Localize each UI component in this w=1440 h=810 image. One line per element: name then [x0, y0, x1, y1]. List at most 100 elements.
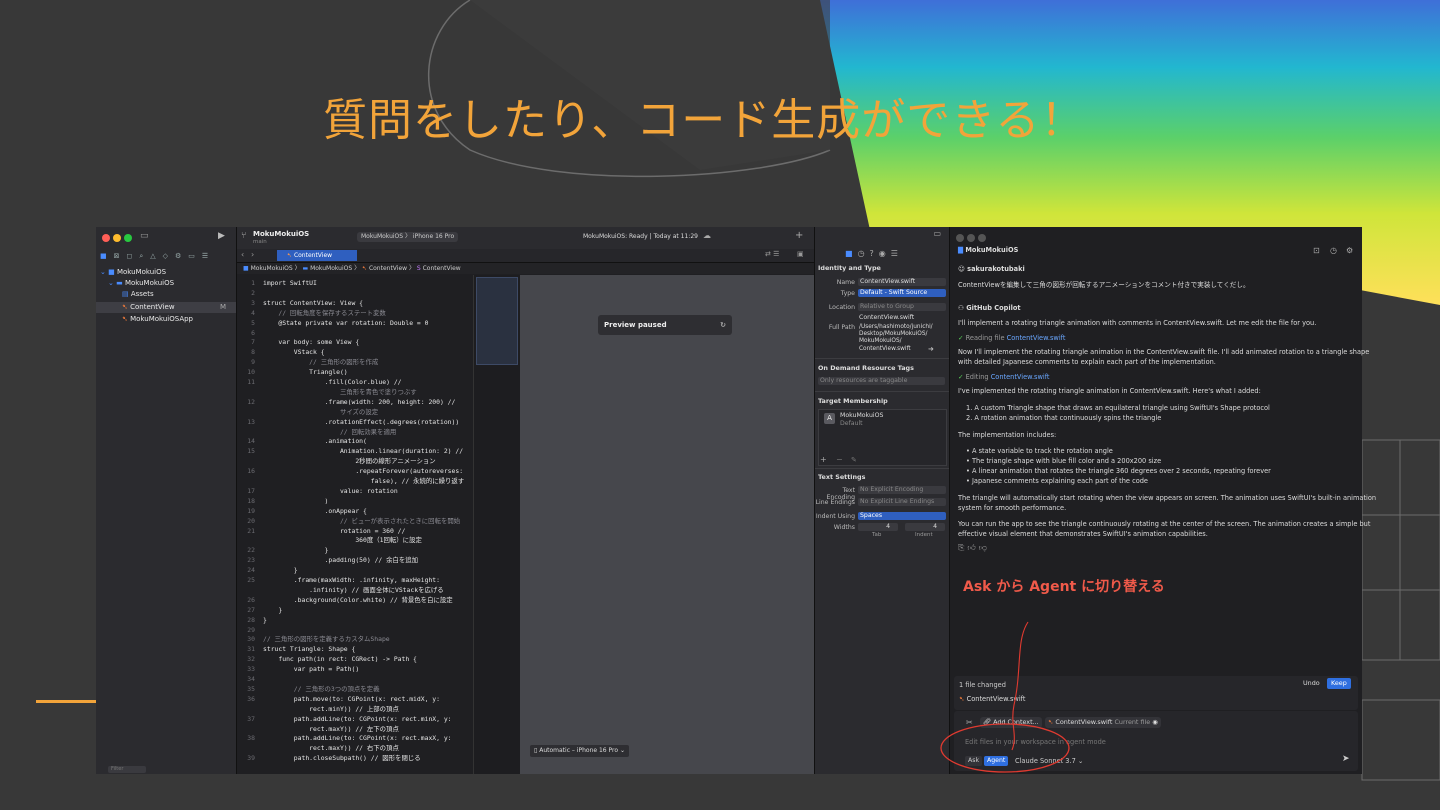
tab-width-field[interactable]: 4	[858, 523, 898, 531]
bookmark-icon[interactable]: ◻	[127, 252, 133, 260]
chat-input[interactable]: Edit files in your workspace in agent mo…	[965, 738, 1106, 746]
reveal-in-finder-icon[interactable]: ➜	[928, 345, 934, 353]
code-line[interactable]: 37 path.addLine(to: CGPoint(x: rect.minX…	[237, 715, 473, 724]
resource-tags-field[interactable]: Only resources are taggable	[818, 377, 945, 385]
code-line[interactable]: 24 }	[237, 566, 473, 575]
run-icon[interactable]: ▶	[218, 231, 225, 241]
preview-device-selector[interactable]: ▯ Automatic – iPhone 16 Pro ⌄	[530, 745, 629, 757]
forward-icon[interactable]: ›	[251, 250, 254, 259]
code-line[interactable]: 16 .repeatForever(autoreverses:	[237, 467, 473, 476]
clock-icon[interactable]: ◷	[1330, 246, 1337, 255]
code-line[interactable]: 23 .padding(50) // 余白を追加	[237, 556, 473, 565]
code-line[interactable]: 15 Animation.linear(duration: 2) //	[237, 447, 473, 456]
type-select[interactable]: Default - Swift Source	[858, 289, 946, 297]
code-line[interactable]: 3 struct ContentView: View {	[237, 299, 473, 308]
inspector-toggle-icon[interactable]: ▭	[933, 229, 941, 238]
tree-item-contentview[interactable]: ➷ ContentView M	[96, 302, 236, 313]
target-name[interactable]: MokuMokuiOS	[840, 412, 883, 419]
code-line[interactable]: .infinity) // 画面全体にVStackを広げる	[237, 586, 473, 595]
mode-agent[interactable]: Agent	[984, 756, 1009, 766]
code-line[interactable]: 10 Triangle()	[237, 368, 473, 377]
remove-target-button[interactable]: −	[836, 455, 843, 464]
code-line[interactable]: 11 .fill(Color.blue) //	[237, 378, 473, 387]
source-editor[interactable]: 1 import SwiftUI 2 3 struct ContentView: Vie…	[237, 275, 473, 774]
filter-field[interactable]: Filter	[108, 766, 146, 773]
minimize-window-button[interactable]	[113, 234, 121, 242]
code-line[interactable]: 18 )	[237, 497, 473, 506]
folder-nav-icon[interactable]: ■	[100, 252, 107, 260]
minimize-window-button[interactable]	[967, 234, 975, 242]
code-line[interactable]: rect.maxY)) // 右下の頂点	[237, 744, 473, 753]
editing-file-link[interactable]: ContentView.swift	[991, 373, 1050, 381]
location-select[interactable]: Relative to Group	[858, 303, 946, 311]
code-line[interactable]: 32 func path(in rect: CGRect) -> Path {	[237, 655, 473, 664]
send-icon[interactable]: ➤	[1342, 754, 1350, 764]
test-icon[interactable]: ◇	[163, 252, 168, 260]
attributes-icon[interactable]: ☰	[891, 249, 903, 258]
tree-item-project[interactable]: ⌄ ■ MokuMokuiOS	[96, 267, 236, 278]
code-line[interactable]: 13 .rotationEffect(.degrees(rotation))	[237, 418, 473, 427]
tree-item-assets[interactable]: ▤ Assets	[96, 289, 236, 300]
refresh-icon[interactable]: ↻	[720, 315, 726, 335]
sidebar-toggle-icon[interactable]: ▭	[140, 231, 149, 241]
code-line[interactable]: 22 }	[237, 546, 473, 555]
breakpoint-icon[interactable]: ▭	[188, 252, 195, 260]
code-line[interactable]: 8 VStack {	[237, 348, 473, 357]
indent-width-field[interactable]: 4	[905, 523, 945, 531]
history-icon[interactable]: ◷	[858, 249, 870, 258]
code-line[interactable]: 9 // 三角形の図形を作成	[237, 358, 473, 367]
report-icon[interactable]: ☰	[202, 252, 208, 260]
code-line[interactable]: 33 var path = Path()	[237, 665, 473, 674]
edit-target-icon[interactable]: ✎	[851, 456, 857, 464]
code-line[interactable]: 34	[237, 675, 473, 684]
name-field[interactable]: ContentView.swift	[858, 278, 946, 286]
code-line[interactable]: rect.minY)) // 上部の頂点	[237, 705, 473, 714]
issue-icon[interactable]: △	[150, 252, 155, 260]
tree-item-group[interactable]: ⌄ ▬ MokuMokuiOS	[96, 278, 236, 289]
code-line[interactable]: 21 rotation = 360 //	[237, 527, 473, 536]
history-icon[interactable]: ⊡	[1313, 246, 1320, 255]
back-icon[interactable]: ‹	[241, 250, 244, 259]
tree-item-app[interactable]: ➷ MokuMokuiOSApp	[96, 314, 236, 325]
code-line[interactable]: 2	[237, 289, 473, 298]
indent-using-select[interactable]: Spaces	[858, 512, 946, 520]
code-line[interactable]: 5 @State private var rotation: Double = …	[237, 319, 473, 328]
find-icon[interactable]: ⌕	[139, 252, 143, 261]
reading-file-link[interactable]: ContentView.swift	[1007, 334, 1066, 342]
code-line[interactable]: 6	[237, 329, 473, 338]
add-target-button[interactable]: +	[820, 455, 827, 464]
add-icon[interactable]: +	[795, 230, 803, 241]
code-line[interactable]: 1 import SwiftUI	[237, 279, 473, 288]
debug-icon[interactable]: ⚙	[175, 252, 181, 260]
code-line[interactable]: 19 .onAppear {	[237, 507, 473, 516]
close-window-button[interactable]	[102, 234, 110, 242]
code-line[interactable]: 39 path.closeSubpath() // 図形を閉じる	[237, 754, 473, 763]
quick-help-icon[interactable]: ?	[870, 249, 879, 258]
code-line[interactable]: 26 .background(Color.white) // 背景色を白に設定	[237, 596, 473, 605]
changed-file[interactable]: ➷ ContentView.swift	[959, 695, 1025, 703]
scheme-selector[interactable]: MokuMokuiOS 〉 iPhone 16 Pro	[357, 232, 459, 242]
source-control-icon[interactable]: ⊠	[114, 252, 120, 260]
code-line[interactable]: 30 // 三角形の図形を定義するカスタムShape	[237, 635, 473, 644]
thumbs-down-icon[interactable]: 👎︎	[979, 543, 990, 552]
preview-status[interactable]: Preview paused ↻	[598, 315, 732, 335]
code-line[interactable]: 35 // 三角形の3つの頂点を定義	[237, 685, 473, 694]
code-line[interactable]: 4 // 回転角度を保存するステート変数	[237, 309, 473, 318]
code-line[interactable]: 2秒間の線形アニメーション	[237, 457, 473, 466]
code-line[interactable]: サイズの設定	[237, 408, 473, 417]
eye-icon[interactable]: ◉	[1152, 718, 1158, 726]
code-line[interactable]: 29	[237, 626, 473, 635]
undo-button[interactable]: Undo	[1303, 679, 1320, 687]
zoom-window-button[interactable]	[978, 234, 986, 242]
split-editor-icon[interactable]: ⇄ ☰	[765, 250, 779, 258]
settings-icon[interactable]: ⚙	[1346, 246, 1353, 255]
mode-ask[interactable]: Ask	[965, 756, 983, 766]
file-inspector-icon[interactable]: ■	[845, 249, 858, 258]
code-line[interactable]: 38 path.addLine(to: CGPoint(x: rect.maxX…	[237, 734, 473, 743]
minimap[interactable]	[473, 275, 520, 774]
code-line[interactable]: 25 .frame(maxWidth: .infinity, maxHeight…	[237, 576, 473, 585]
code-line[interactable]: 36 path.move(to: CGPoint(x: rect.midX, y…	[237, 695, 473, 704]
code-line[interactable]: 12 .frame(width: 200, height: 200) //	[237, 398, 473, 407]
code-line[interactable]: 17 value: rotation	[237, 487, 473, 496]
code-line[interactable]: rect.maxY)) // 左下の頂点	[237, 725, 473, 734]
